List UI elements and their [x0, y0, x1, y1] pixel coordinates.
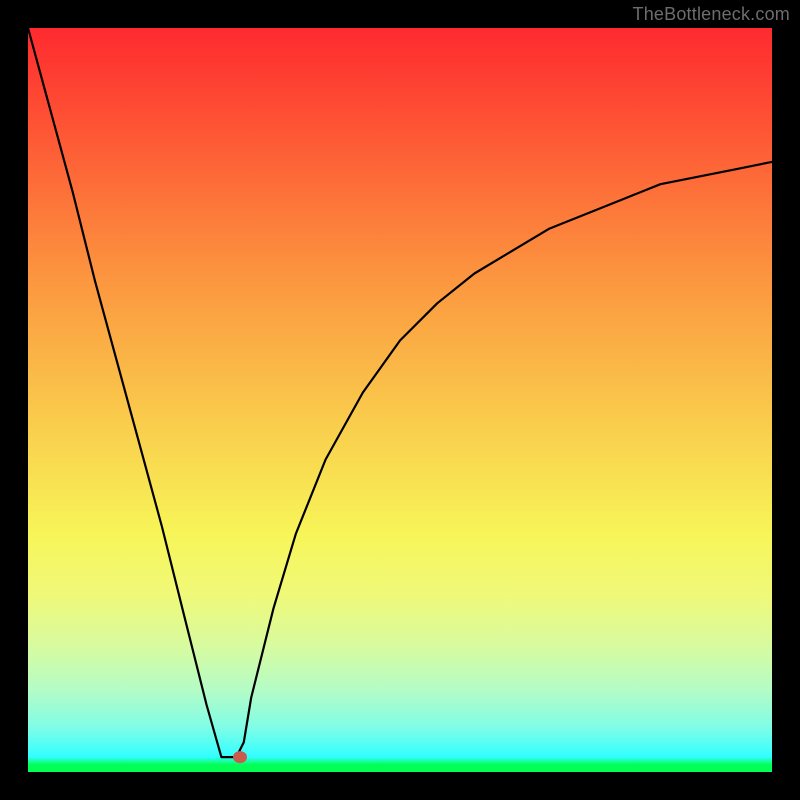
bottleneck-curve: [28, 28, 772, 757]
bottleneck-curve-svg: [28, 28, 772, 772]
optimal-point-marker: [233, 751, 247, 763]
watermark-label: TheBottleneck.com: [633, 4, 790, 25]
plot-area: [28, 28, 772, 772]
chart-frame: TheBottleneck.com: [0, 0, 800, 800]
